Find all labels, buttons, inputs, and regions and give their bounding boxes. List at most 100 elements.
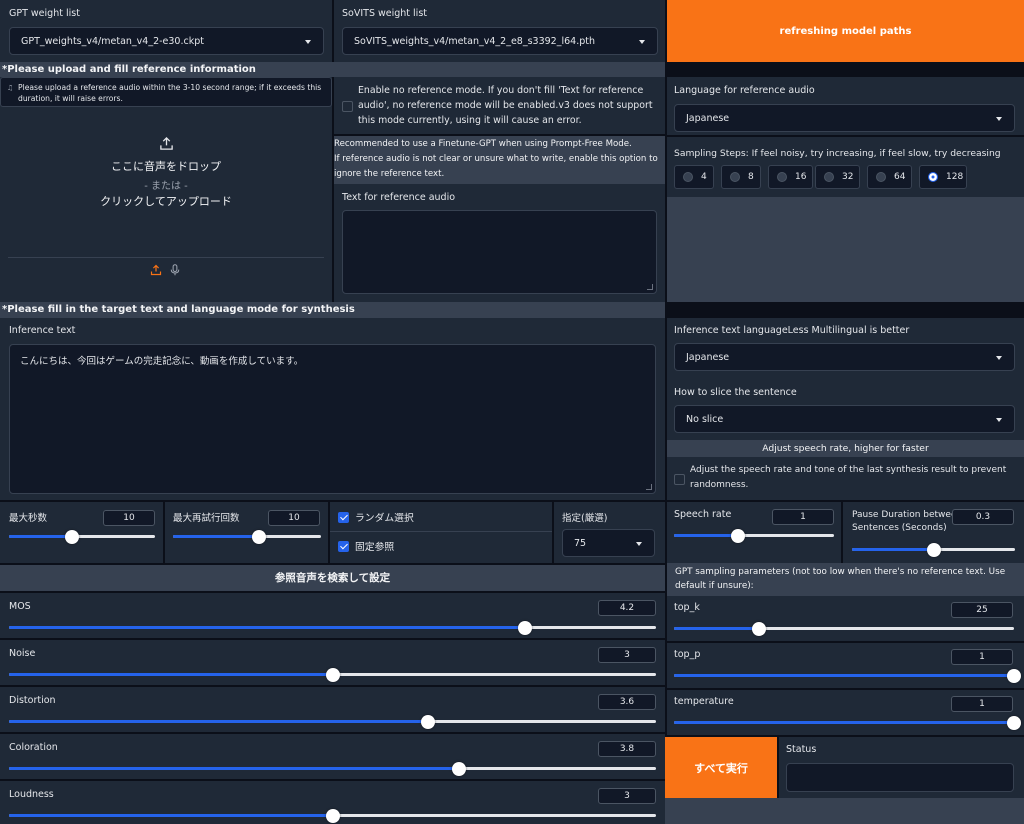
sampling-option-8[interactable]: 8 <box>721 165 761 189</box>
inference-text-input[interactable]: こんにちは、今回はゲームの完走記念に、動画を作成しています。 <box>9 344 656 494</box>
sampling-option-64[interactable]: 64 <box>867 165 912 189</box>
adjust-last-panel: Adjust the speech rate and tone of the l… <box>667 457 1024 500</box>
metric-row: Distortion 3.6 <box>0 687 665 732</box>
inference-language-value: Japanese <box>686 351 730 363</box>
microphone-icon[interactable] <box>169 264 181 276</box>
sampling-option-32[interactable]: 32 <box>815 165 860 189</box>
designated-panel: 指定(厳選) 75 <box>554 502 665 563</box>
sovits-weight-value: SoVITS_weights_v4/metan_v4_2_e8_s3392_l6… <box>354 35 595 47</box>
gpt-param-slider[interactable] <box>674 668 1021 683</box>
slider-thumb[interactable] <box>731 528 745 543</box>
radio-icon <box>824 172 834 182</box>
run-all-button[interactable]: すべて実行 <box>665 737 777 798</box>
status-panel: Status <box>779 737 1024 798</box>
reference-text-input[interactable] <box>342 210 657 294</box>
slider-thumb[interactable] <box>926 542 941 557</box>
metric-value-input[interactable]: 3.6 <box>598 694 656 710</box>
designated-value: 75 <box>574 537 587 549</box>
slider-thumb[interactable] <box>325 667 340 682</box>
sampling-option-label: 8 <box>748 172 754 182</box>
slider-thumb[interactable] <box>452 761 467 776</box>
metric-value-input[interactable]: 3 <box>598 788 656 804</box>
gpt-param-row: top_k 25 <box>667 596 1024 641</box>
adjust-last-text: Adjust the speech rate and tone of the l… <box>690 465 1007 490</box>
gpt-sampling-header: GPT sampling parameters (not too low whe… <box>667 563 1024 596</box>
slider-fill <box>674 534 738 537</box>
sampling-steps-panel: Sampling Steps: If feel noisy, try incre… <box>667 137 1024 197</box>
max-seconds-slider[interactable] <box>9 529 155 544</box>
random-select-checkbox[interactable] <box>338 512 349 523</box>
upload-file-icon[interactable] <box>150 264 162 276</box>
prompt-free-note-line2: If reference audio is not clear or unsur… <box>334 154 658 179</box>
slider-thumb[interactable] <box>325 808 340 823</box>
gpt-param-input[interactable]: 1 <box>951 696 1013 712</box>
status-output <box>786 763 1014 792</box>
resize-handle-icon[interactable] <box>646 484 652 490</box>
max-seconds-panel: 最大秒数 10 <box>0 502 163 563</box>
refresh-model-paths-button[interactable]: refreshing model paths <box>667 0 1024 62</box>
chevron-down-icon <box>636 542 642 546</box>
click-to-upload-text: クリックしてアップロード <box>100 195 232 208</box>
gpt-param-input[interactable]: 25 <box>951 602 1013 618</box>
metric-value-input[interactable]: 3 <box>598 647 656 663</box>
metric-slider[interactable] <box>9 620 656 635</box>
slider-thumb[interactable] <box>64 529 79 544</box>
radio-icon <box>876 172 886 182</box>
pause-duration-panel: Pause Duration between Sentences (Second… <box>843 502 1024 563</box>
slider-fill <box>674 674 1014 677</box>
max-retry-slider[interactable] <box>173 529 321 544</box>
speech-rate-label: Speech rate <box>674 509 732 520</box>
reference-language-label: Language for reference audio <box>674 85 815 96</box>
pause-duration-input[interactable]: 0.3 <box>952 509 1014 525</box>
metric-slider[interactable] <box>9 667 656 682</box>
resize-handle-icon[interactable] <box>647 284 653 290</box>
max-seconds-input[interactable]: 10 <box>103 510 155 526</box>
slider-thumb[interactable] <box>1007 668 1021 683</box>
speech-rate-slider[interactable] <box>674 528 834 543</box>
sampling-option-128[interactable]: 128 <box>919 165 967 189</box>
reference-language-dropdown[interactable]: Japanese <box>674 104 1015 132</box>
status-label: Status <box>786 744 817 755</box>
slider-thumb[interactable] <box>251 529 266 544</box>
gpt-weight-panel: GPT weight list GPT_weights_v4/metan_v4_… <box>0 0 332 62</box>
pause-duration-slider[interactable] <box>852 542 1015 557</box>
slider-thumb[interactable] <box>420 714 435 729</box>
audio-drop-zone[interactable]: ここに音声をドロップ - または - クリックしてアップロード <box>8 122 324 257</box>
gpt-param-slider[interactable] <box>674 621 1014 636</box>
designated-dropdown[interactable]: 75 <box>562 529 655 557</box>
metric-slider[interactable] <box>9 761 656 776</box>
max-retry-input[interactable]: 10 <box>268 510 320 526</box>
metric-value-input[interactable]: 3.8 <box>598 741 656 757</box>
metric-label: Loudness <box>9 789 54 800</box>
drop-audio-text: ここに音声をドロップ <box>111 160 221 173</box>
slider-thumb[interactable] <box>752 621 766 636</box>
sampling-option-16[interactable]: 16 <box>768 165 813 189</box>
gpt-param-input[interactable]: 1 <box>951 649 1013 665</box>
inference-language-dropdown[interactable]: Japanese <box>674 343 1015 371</box>
slider-fill <box>9 673 333 676</box>
metric-row: Coloration 3.8 <box>0 734 665 779</box>
sovits-weight-dropdown[interactable]: SoVITS_weights_v4/metan_v4_2_e8_s3392_l6… <box>342 27 658 55</box>
slice-method-dropdown[interactable]: No slice <box>674 405 1015 433</box>
fixed-reference-checkbox[interactable] <box>338 541 349 552</box>
sampling-option-4[interactable]: 4 <box>674 165 714 189</box>
metric-slider[interactable] <box>9 714 656 729</box>
no-reference-checkbox[interactable] <box>342 101 353 112</box>
adjust-last-checkbox[interactable] <box>674 474 685 485</box>
gpt-param-slider[interactable] <box>674 715 1021 730</box>
sampling-option-label: 4 <box>701 172 707 182</box>
inference-language-label: Inference text languageLess Multilingual… <box>674 325 910 336</box>
slider-thumb[interactable] <box>1007 715 1021 730</box>
gpt-weight-dropdown[interactable]: GPT_weights_v4/metan_v4_2-e30.ckpt <box>9 27 324 55</box>
or-text: - または - <box>144 181 188 192</box>
sampling-option-label: 64 <box>894 172 906 182</box>
slider-thumb[interactable] <box>517 620 532 635</box>
inference-language-panel: Inference text languageLess Multilingual… <box>667 318 1024 440</box>
metric-value-input[interactable]: 4.2 <box>598 600 656 616</box>
speech-rate-input[interactable]: 1 <box>772 509 834 525</box>
slider-fill <box>852 548 934 551</box>
reference-text-label: Text for reference audio <box>342 192 456 203</box>
metric-slider[interactable] <box>9 808 656 823</box>
divider <box>330 531 552 532</box>
slice-method-label: How to slice the sentence <box>674 387 797 398</box>
